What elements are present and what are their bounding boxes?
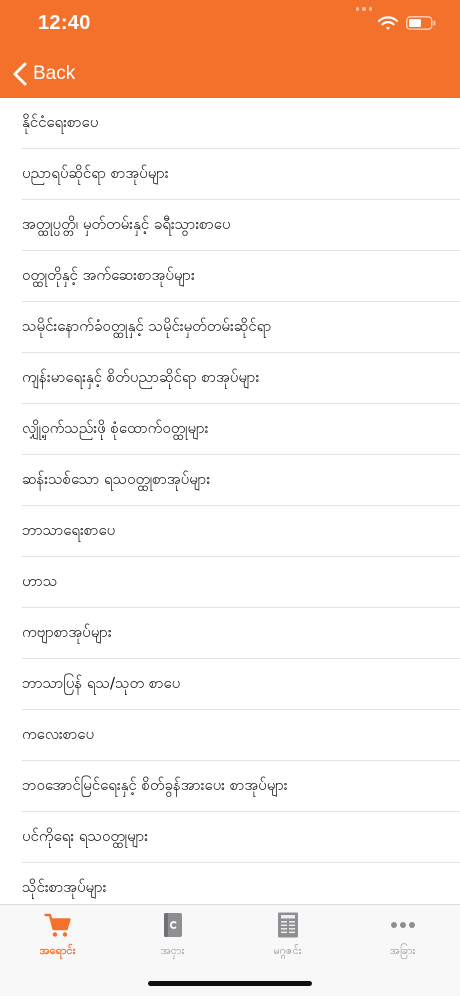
more-icon (390, 922, 415, 928)
category-item[interactable]: ဘာသာရေးစာပေ (0, 506, 460, 557)
category-item[interactable]: အတ္ထုပ္ပတ္တိ၊ မှတ်တမ်းနှင့် ခရီးသွားစာပေ (0, 200, 460, 251)
back-label: Back (33, 63, 76, 84)
category-item[interactable]: ဆန်းသစ်သော ရသဝတ္ထုစာအုပ်များ (0, 455, 460, 506)
category-item[interactable]: ကလေးစာပေ (0, 710, 460, 761)
navigation-header: 12:40 Back (0, 0, 460, 98)
category-item[interactable]: ပညာရပ်ဆိုင်ရာ စာအုပ်များ (0, 149, 460, 200)
book-icon (163, 913, 182, 937)
battery-icon (406, 16, 436, 30)
back-button[interactable]: Back (12, 58, 75, 90)
cart-icon (43, 913, 71, 937)
category-item[interactable]: ဝတ္ထုတိုနှင့် အက်ဆေးစာအုပ်များ (0, 251, 460, 302)
category-item[interactable]: သိုင်းစာအုပ်များ (0, 863, 460, 904)
tab-label: အခြား (389, 944, 416, 957)
category-item[interactable]: ဟာသ (0, 557, 460, 608)
tab-sale[interactable]: အရောင်း (0, 911, 115, 965)
tab-more[interactable]: အခြား (345, 911, 460, 965)
camera-indicator-dots (356, 7, 372, 13)
tab-label: အရောင်း (39, 944, 76, 957)
category-item[interactable]: လျှို့ဝှက်သည်းဖို စုံထောက်ဝတ္ထုများ (0, 404, 460, 455)
wifi-icon (378, 16, 398, 30)
category-list[interactable]: နိုင်ငံရေးစာပေ ပညာရပ်ဆိုင်ရာ စာအုပ်များ … (0, 98, 460, 904)
chevron-left-icon (13, 62, 27, 86)
category-item[interactable]: ပင်ကိုရေး ရသဝတ္ထုများ (0, 812, 460, 863)
category-item[interactable]: ကဗျာစာအုပ်များ (0, 608, 460, 659)
tab-label: အငှား (160, 944, 185, 957)
category-item[interactable]: ဘာသာပြန် ရသ/သုတ စာပေ (0, 659, 460, 710)
status-bar: 12:40 (0, 0, 460, 50)
tab-rent[interactable]: အငှား (115, 911, 230, 965)
status-time: 12:40 (38, 12, 91, 34)
magazine-icon (277, 912, 298, 938)
tab-bar: အရောင်း အငှား မဂ္ဂဇင်း အခြား (0, 904, 460, 996)
tab-label: မဂ္ဂဇင်း (273, 944, 302, 957)
category-item[interactable]: သမိုင်းနောက်ခံဝတ္ထုနှင့် သမိုင်းမှတ်တမ်း… (0, 302, 460, 353)
category-item[interactable]: ဘဝအောင်မြင်ရေးနှင့် စိတ်ခွန်အားပေး စာအုပ… (0, 761, 460, 812)
category-item[interactable]: ကျန်းမာရေးနှင့် စိတ်ပညာဆိုင်ရာ စာအုပ်မျာ… (0, 353, 460, 404)
tab-magazine[interactable]: မဂ္ဂဇင်း (230, 911, 345, 965)
category-item[interactable]: နိုင်ငံရေးစာပေ (0, 98, 460, 149)
home-indicator[interactable] (148, 981, 312, 986)
